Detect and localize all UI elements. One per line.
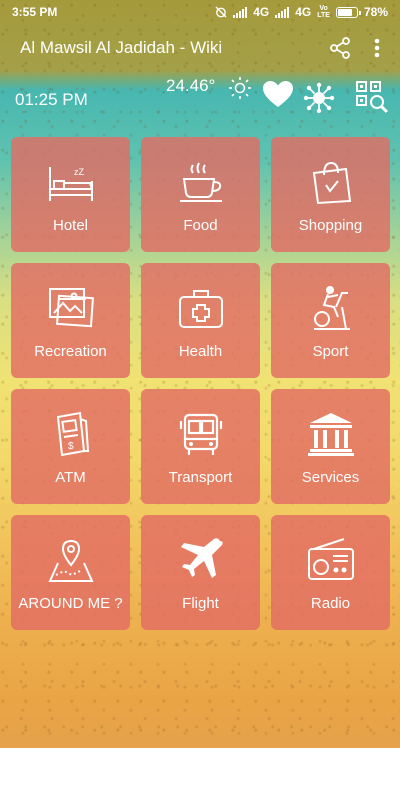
first-aid-icon	[178, 290, 223, 328]
tile-label: Health	[178, 343, 223, 360]
bed-icon: zZ	[48, 167, 93, 201]
clock: 01:25 PM	[15, 90, 88, 109]
share-icon[interactable]	[328, 36, 352, 60]
battery-percent: 78%	[363, 5, 388, 19]
tile-food[interactable]: Food	[141, 137, 260, 252]
alarm-off-icon	[215, 6, 227, 18]
tile-label: Transport	[168, 469, 233, 486]
exercise-bike-icon	[313, 286, 350, 330]
svg-text:$: $	[68, 441, 74, 452]
status-bar: 3:55 PM 4G 4G Vo LTE 78%	[0, 0, 400, 24]
tile-atm[interactable]: $ ATM	[11, 389, 130, 504]
signal-icon	[233, 6, 248, 18]
app-title: Al Mawsil Al Jadidah - Wiki	[20, 38, 223, 57]
bottom-area	[0, 748, 400, 800]
tile-hotel[interactable]: zZ Hotel	[11, 137, 130, 252]
signal-icon-2	[275, 6, 290, 18]
app-bar-actions	[328, 36, 380, 60]
airplane-icon	[180, 538, 223, 578]
tile-label: Shopping	[298, 217, 363, 234]
tile-services[interactable]: Services	[271, 389, 390, 504]
app-screen: 3:55 PM 4G 4G Vo LTE 78% Al Mawsil Al Jad…	[0, 0, 400, 748]
category-grid: zZ Hotel Food Shopping Recreation Health…	[11, 137, 390, 630]
bank-icon	[307, 413, 354, 456]
shopping-bag-icon	[312, 161, 351, 205]
volte-indicator: Vo LTE	[317, 5, 330, 19]
qr-search-icon[interactable]	[355, 80, 389, 114]
tile-transport[interactable]: Transport	[141, 389, 260, 504]
app-bar: Al Mawsil Al Jadidah - Wiki	[0, 24, 400, 72]
svg-text:zZ: zZ	[74, 167, 85, 177]
tile-label: Sport	[312, 343, 349, 360]
network-type-2: 4G	[295, 5, 312, 19]
tile-health[interactable]: Health	[141, 263, 260, 378]
status-time: 3:55 PM	[12, 5, 58, 19]
tile-label: AROUND ME ?	[18, 595, 123, 612]
tile-recreation[interactable]: Recreation	[11, 263, 130, 378]
info-row: 01:25 PM 24.46°	[0, 72, 400, 130]
tile-label: Recreation	[34, 343, 107, 360]
heart-icon[interactable]	[262, 80, 294, 108]
tile-label: Flight	[182, 595, 219, 612]
tile-label: ATM	[55, 469, 86, 486]
tile-label: Radio	[310, 595, 351, 612]
tile-shopping[interactable]: Shopping	[271, 137, 390, 252]
more-vert-icon[interactable]	[374, 38, 380, 58]
sun-icon	[228, 76, 252, 105]
bus-icon	[179, 413, 222, 455]
coffee-cup-icon	[179, 162, 222, 202]
tile-around-me[interactable]: AROUND ME ?	[11, 515, 130, 630]
temperature: 24.46°	[166, 76, 216, 95]
network-type-1: 4G	[253, 5, 270, 19]
tile-radio[interactable]: Radio	[271, 515, 390, 630]
atm-icon: $	[56, 411, 89, 457]
tile-label: Food	[183, 217, 218, 234]
tile-label: Hotel	[52, 217, 89, 234]
map-pin-icon	[47, 539, 94, 582]
tile-sport[interactable]: Sport	[271, 263, 390, 378]
network-icon[interactable]	[303, 82, 335, 114]
tile-flight[interactable]: Flight	[141, 515, 260, 630]
status-icons: 4G 4G Vo LTE 78%	[215, 5, 388, 19]
battery-icon	[335, 6, 361, 18]
radio-icon	[307, 538, 354, 580]
pictures-icon	[48, 288, 94, 328]
tile-label: Services	[301, 469, 360, 486]
battery-level	[337, 8, 352, 16]
